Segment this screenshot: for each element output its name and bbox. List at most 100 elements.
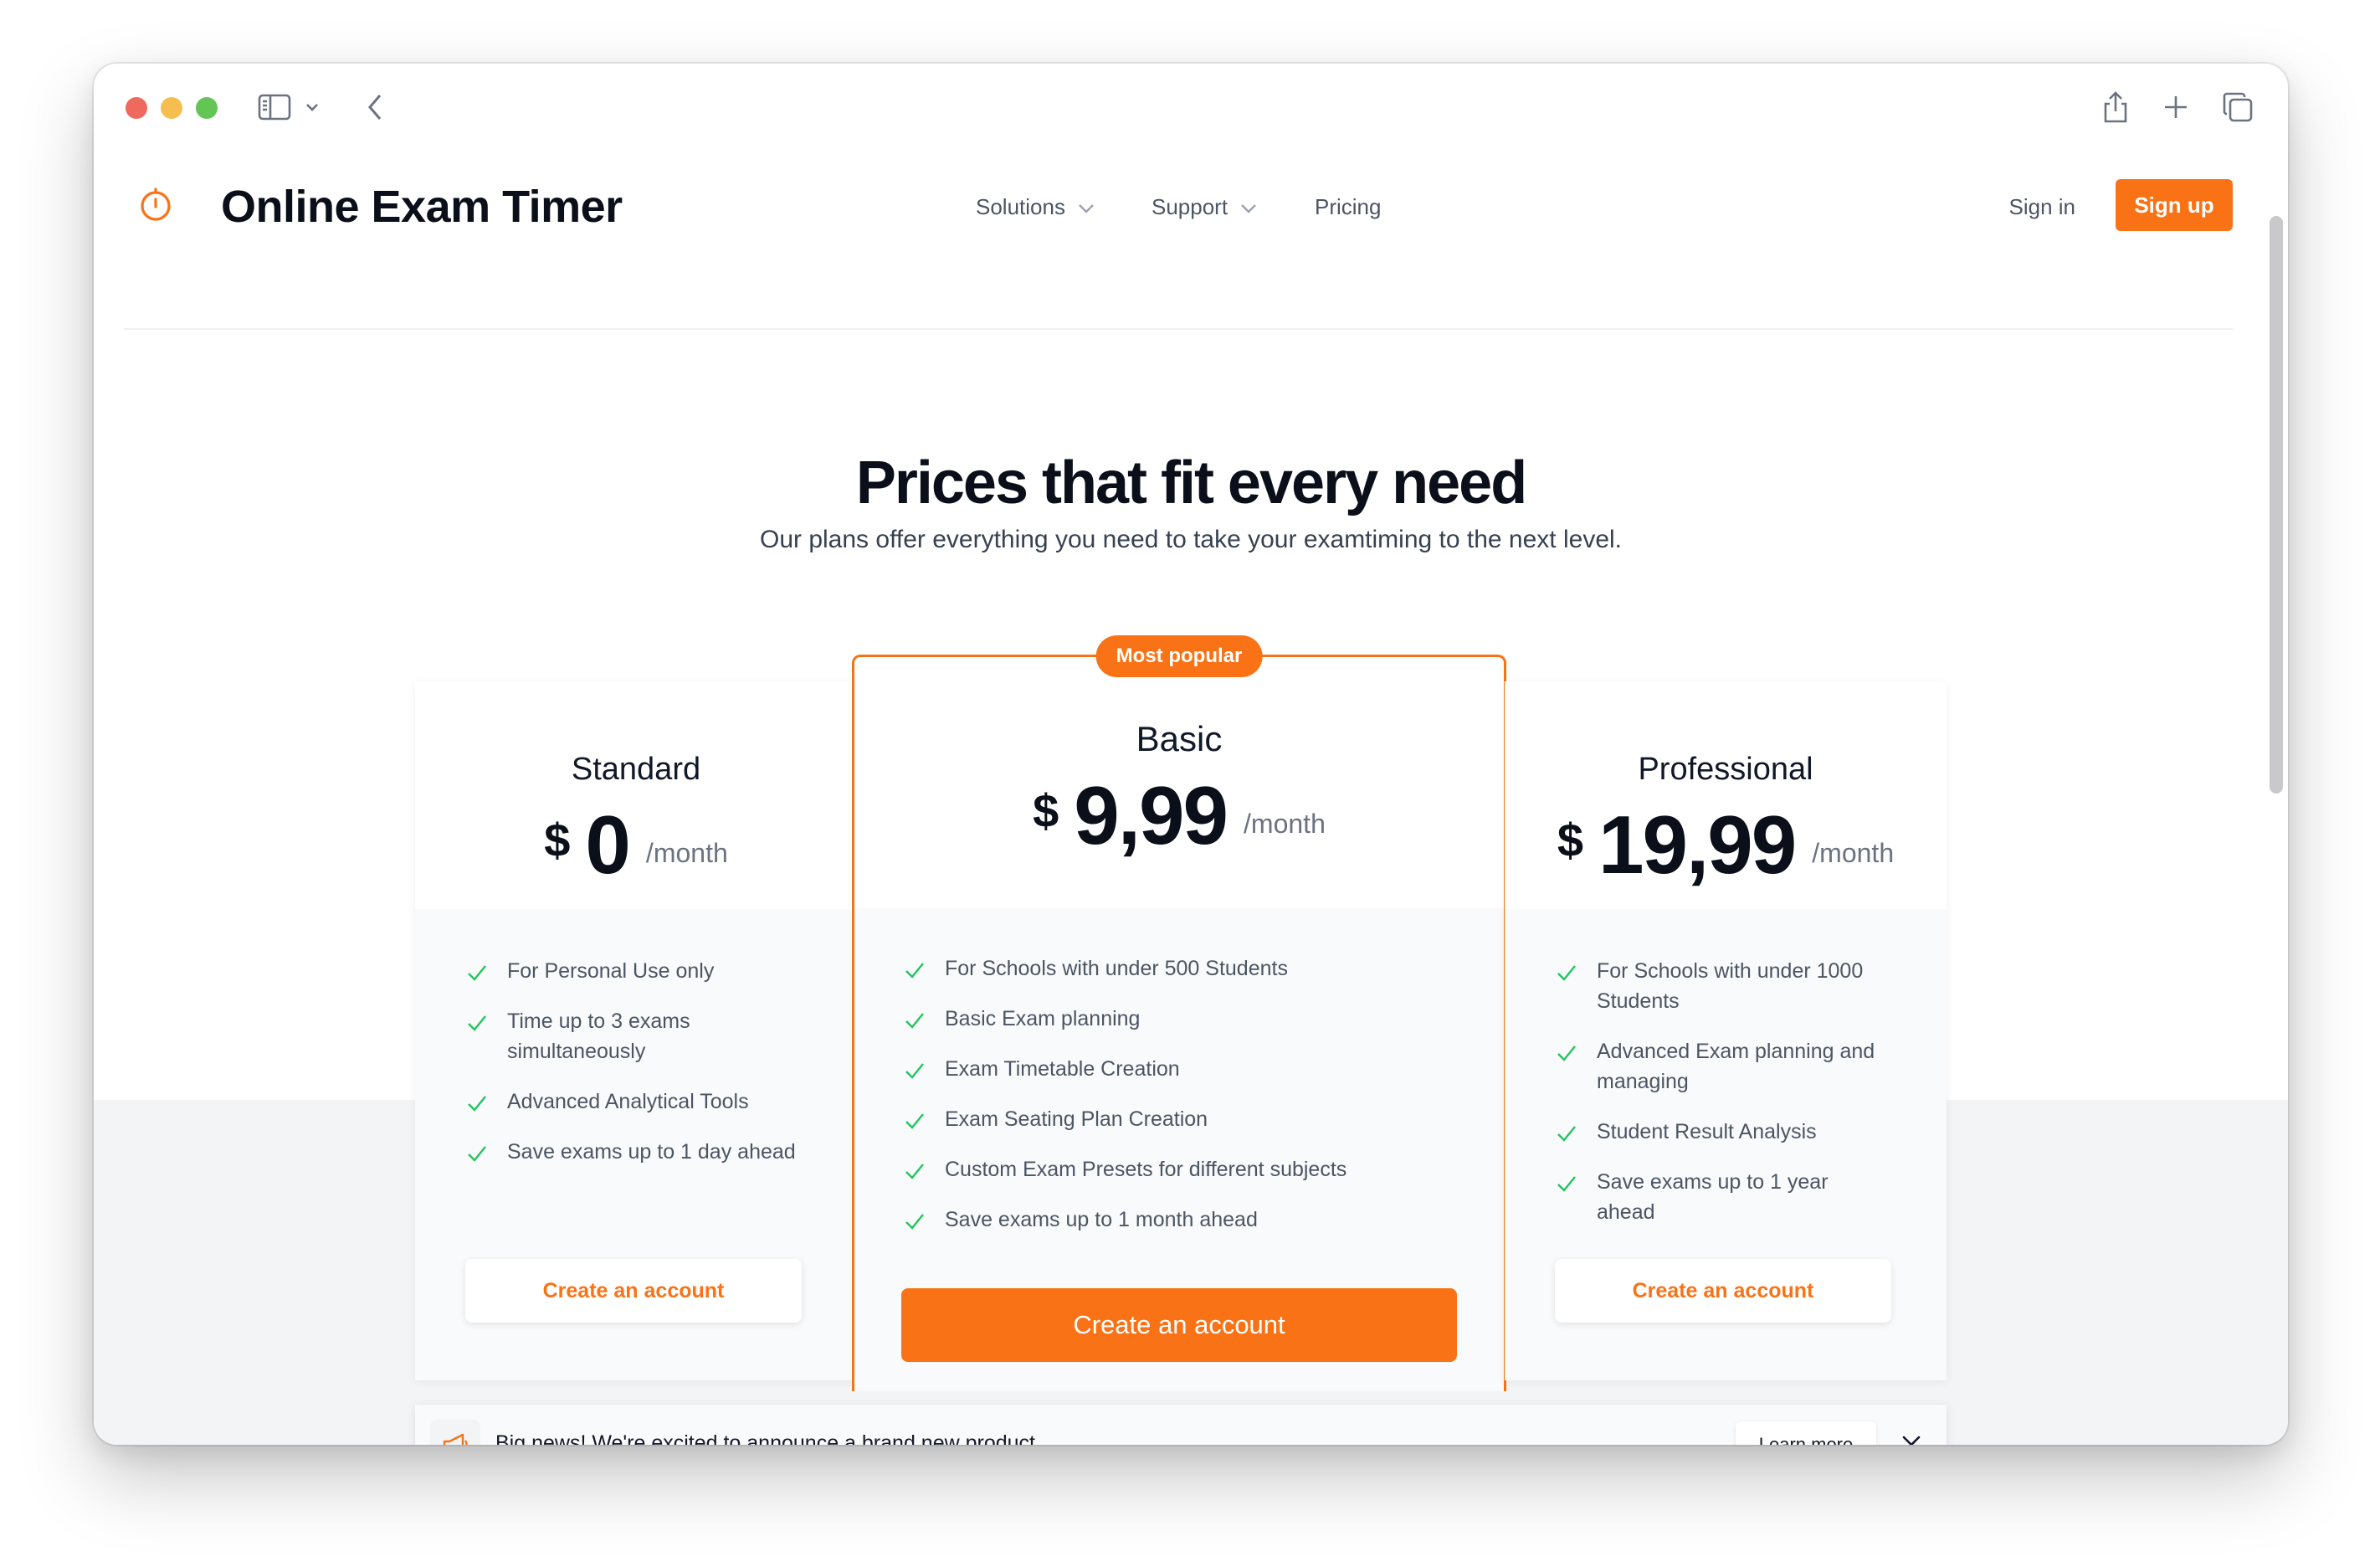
check-icon [1557,1176,1576,1192]
feature-text: Save exams up to 1 day ahead [507,1140,796,1164]
check-icon [905,1113,924,1129]
price-currency: $ [544,814,571,866]
feature-list: For Personal Use only Time up to 3 exams… [465,956,823,1187]
check-icon [468,1146,486,1162]
back-arrow-icon[interactable] [356,89,393,126]
plan-features-area: For Schools with under 1000 Students Adv… [1505,909,1947,1380]
plan-price: $ 9,99 /month [854,774,1504,856]
create-account-button-basic[interactable]: Create an account [901,1288,1457,1362]
feature-text: Save exams up to 1 year ahead [1597,1170,1829,1224]
create-account-button-standard[interactable]: Create an account [465,1259,802,1323]
check-icon [1557,1046,1576,1061]
feature-list: For Schools with under 500 Students Basi… [903,953,1470,1255]
check-icon [1557,965,1576,981]
nav-support[interactable]: Support [1152,194,1258,220]
learn-more-button[interactable]: Learn more [1736,1421,1876,1445]
nav-solutions[interactable]: Solutions [976,194,1095,220]
price-amount: 19,99 [1598,799,1797,891]
page-title: Prices that fit every need [855,450,1527,516]
feature-text: For Schools with under 500 Students [945,957,1288,980]
check-icon [468,1015,486,1031]
plan-price: $ 0 /month [415,804,857,886]
share-icon[interactable] [2097,89,2134,126]
close-window-button[interactable] [126,97,147,119]
nav-solutions-label: Solutions [976,194,1065,219]
feature-list: For Schools with under 1000 Students Adv… [1555,956,1913,1247]
feature-text: Student Result Analysis [1597,1120,1817,1143]
announcement-banner: Big news! We're excited to announce a br… [415,1405,1947,1445]
browser-window: Online Exam Timer Solutions Support Pric… [94,64,2288,1445]
nav-pricing[interactable]: Pricing [1315,194,1381,220]
sidebar-toggle-icon[interactable] [256,89,293,126]
chevron-down-icon [1077,194,1095,220]
create-account-button-professional[interactable]: Create an account [1555,1259,1891,1323]
check-icon [905,1164,924,1179]
feature-item: Exam Seating Plan Creation [903,1104,1470,1134]
minimize-window-button[interactable] [161,97,182,119]
sign-in-link[interactable]: Sign in [2009,194,2076,220]
feature-item: Save exams up to 1 year ahead [1555,1167,1913,1227]
tab-overview-icon[interactable] [2219,89,2256,126]
check-icon [905,1214,924,1230]
page-subtitle: Our plans offer everything you need to t… [759,526,1623,553]
maximize-window-button[interactable] [196,97,218,119]
feature-item: For Schools with under 500 Students [903,953,1470,984]
feature-item: Student Result Analysis [1555,1117,1913,1147]
site-header: Online Exam Timer Solutions Support Pric… [124,147,2233,330]
price-amount: 9,99 [1074,769,1228,861]
chevron-down-icon [1239,194,1258,220]
feature-item: For Personal Use only [465,956,823,986]
stopwatch-icon [137,186,174,223]
check-icon [1557,1126,1576,1142]
feature-text: Time up to 3 exams simultaneously [507,1010,690,1063]
feature-item: Advanced Analytical Tools [465,1087,823,1117]
feature-item: Basic Exam planning [903,1004,1470,1034]
feature-text: Exam Timetable Creation [945,1057,1180,1081]
plan-card-professional: Professional $ 19,99 /month For Schools … [1505,681,1947,1380]
megaphone-icon [430,1420,480,1445]
feature-item: Advanced Exam planning and managing [1555,1036,1913,1097]
close-icon[interactable] [1896,1430,1926,1445]
plan-features-area: For Personal Use only Time up to 3 exams… [415,909,857,1380]
feature-item: Save exams up to 1 month ahead [903,1205,1470,1235]
feature-text: Advanced Analytical Tools [507,1090,749,1113]
feature-text: Save exams up to 1 month ahead [945,1208,1258,1231]
vertical-scrollbar[interactable] [2270,216,2283,794]
price-period: /month [645,838,728,868]
plan-header: Standard $ 0 /month [415,681,857,909]
check-icon [905,1063,924,1079]
web-page: Online Exam Timer Solutions Support Pric… [94,147,2288,1445]
feature-item: Exam Timetable Creation [903,1054,1470,1084]
announcement-text: Big news! We're excited to announce a br… [495,1431,1041,1445]
feature-item: Save exams up to 1 day ahead [465,1137,823,1167]
plan-name: Standard [571,752,701,787]
plan-features-area: For Schools with under 500 Students Basi… [854,908,1504,1391]
feature-text: Exam Seating Plan Creation [945,1107,1208,1131]
check-icon [468,1096,486,1112]
check-icon [468,965,486,981]
plan-header: Professional $ 19,99 /month [1505,681,1947,909]
plan-card-basic: Basic $ 9,99 /month For Schools with und… [852,635,1506,1391]
feature-text: For Schools with under 1000 Students [1597,959,1864,1013]
price-amount: 0 [585,799,630,891]
check-icon [905,963,924,979]
sign-up-button[interactable]: Sign up [2116,179,2233,231]
price-period: /month [1244,809,1326,839]
nav-pricing-label: Pricing [1315,194,1382,219]
plan-name: Basic [1136,719,1223,758]
chevron-down-icon[interactable] [300,89,325,126]
brand-name[interactable]: Online Exam Timer [221,181,623,233]
plan-header: Basic $ 9,99 /month [854,657,1504,908]
check-icon [905,1013,924,1029]
feature-item: Custom Exam Presets for different subjec… [903,1154,1470,1184]
nav-support-label: Support [1152,194,1228,219]
most-popular-badge: Most popular [1095,635,1263,677]
feature-text: Advanced Exam planning and managing [1597,1040,1875,1093]
feature-text: For Personal Use only [507,959,715,983]
feature-item: Time up to 3 exams simultaneously [465,1006,823,1066]
plan-name: Professional [1638,752,1813,787]
price-currency: $ [1557,814,1584,866]
price-currency: $ [1033,784,1059,837]
new-tab-plus-icon[interactable] [2157,89,2194,126]
plan-price: $ 19,99 /month [1505,804,1947,886]
